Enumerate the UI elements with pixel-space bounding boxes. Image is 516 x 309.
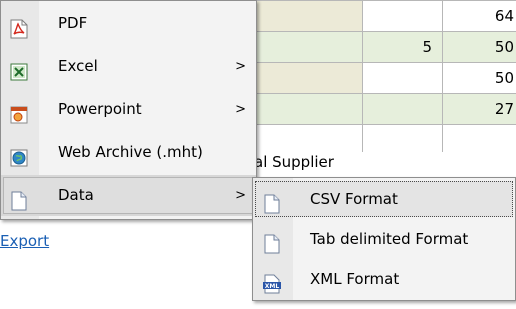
table-row: 64: [250, 0, 516, 31]
menu-item-web-archive[interactable]: Web Archive (.mht): [1, 132, 256, 173]
submenu-arrow-icon: >: [235, 102, 246, 117]
data-format-submenu: CSV Format Tab delimited Format XML XML …: [252, 177, 516, 301]
menu-item-label: Tab delimited Format: [310, 230, 469, 248]
table-cell: [362, 125, 442, 152]
table-cell: 5: [362, 32, 442, 62]
menu-item-data[interactable]: Data >: [1, 175, 256, 216]
export-menu: PDF Excel > Powerpoint > Web Archive (.m…: [0, 0, 257, 220]
web-archive-icon: [10, 143, 28, 167]
table-cell: [250, 94, 362, 124]
menu-item-csv-format[interactable]: CSV Format: [253, 179, 515, 219]
table-cell: [362, 94, 442, 124]
supplier-header: al Supplier: [254, 153, 334, 171]
menu-item-label: Excel: [58, 57, 98, 75]
powerpoint-icon: [10, 100, 28, 124]
data-file-icon: [10, 186, 28, 211]
menu-item-excel[interactable]: Excel >: [1, 46, 256, 87]
pdf-icon: [10, 14, 28, 39]
table-row: 27: [250, 93, 516, 124]
tab-file-icon: [263, 229, 281, 254]
table-row: 5 50: [250, 31, 516, 62]
table-cell: 50: [442, 63, 516, 93]
submenu-arrow-icon: >: [235, 188, 246, 203]
menu-item-label: XML Format: [310, 270, 400, 288]
menu-item-tab-delimited[interactable]: Tab delimited Format: [253, 219, 515, 259]
table-row: 50: [250, 62, 516, 93]
menu-item-label: Web Archive (.mht): [58, 143, 203, 161]
menu-item-label: CSV Format: [310, 190, 398, 208]
menu-item-pdf[interactable]: PDF: [1, 3, 256, 44]
xml-icon-badge: XML: [265, 283, 280, 290]
table-cell: 27: [442, 94, 516, 124]
menu-item-xml-format[interactable]: XML XML Format: [253, 259, 515, 299]
menu-item-highlight: [3, 177, 254, 214]
csv-file-icon: [263, 189, 281, 214]
table-cell: [250, 32, 362, 62]
menu-item-powerpoint[interactable]: Powerpoint >: [1, 89, 256, 130]
table-cell: [250, 63, 362, 93]
table-cell: [442, 125, 516, 152]
table-cell: [250, 1, 362, 31]
excel-icon: [10, 57, 28, 81]
table-cell: 64: [442, 1, 516, 31]
submenu-arrow-icon: >: [235, 59, 246, 74]
xml-icon: XML: [263, 269, 281, 294]
menu-item-label: PDF: [58, 14, 88, 32]
menu-item-label: Powerpoint: [58, 100, 142, 118]
table-cell: 50: [442, 32, 516, 62]
table-cell: [362, 63, 442, 93]
export-link[interactable]: Export: [0, 232, 49, 250]
menu-item-label: Data: [58, 186, 94, 204]
table-cell: [362, 1, 442, 31]
